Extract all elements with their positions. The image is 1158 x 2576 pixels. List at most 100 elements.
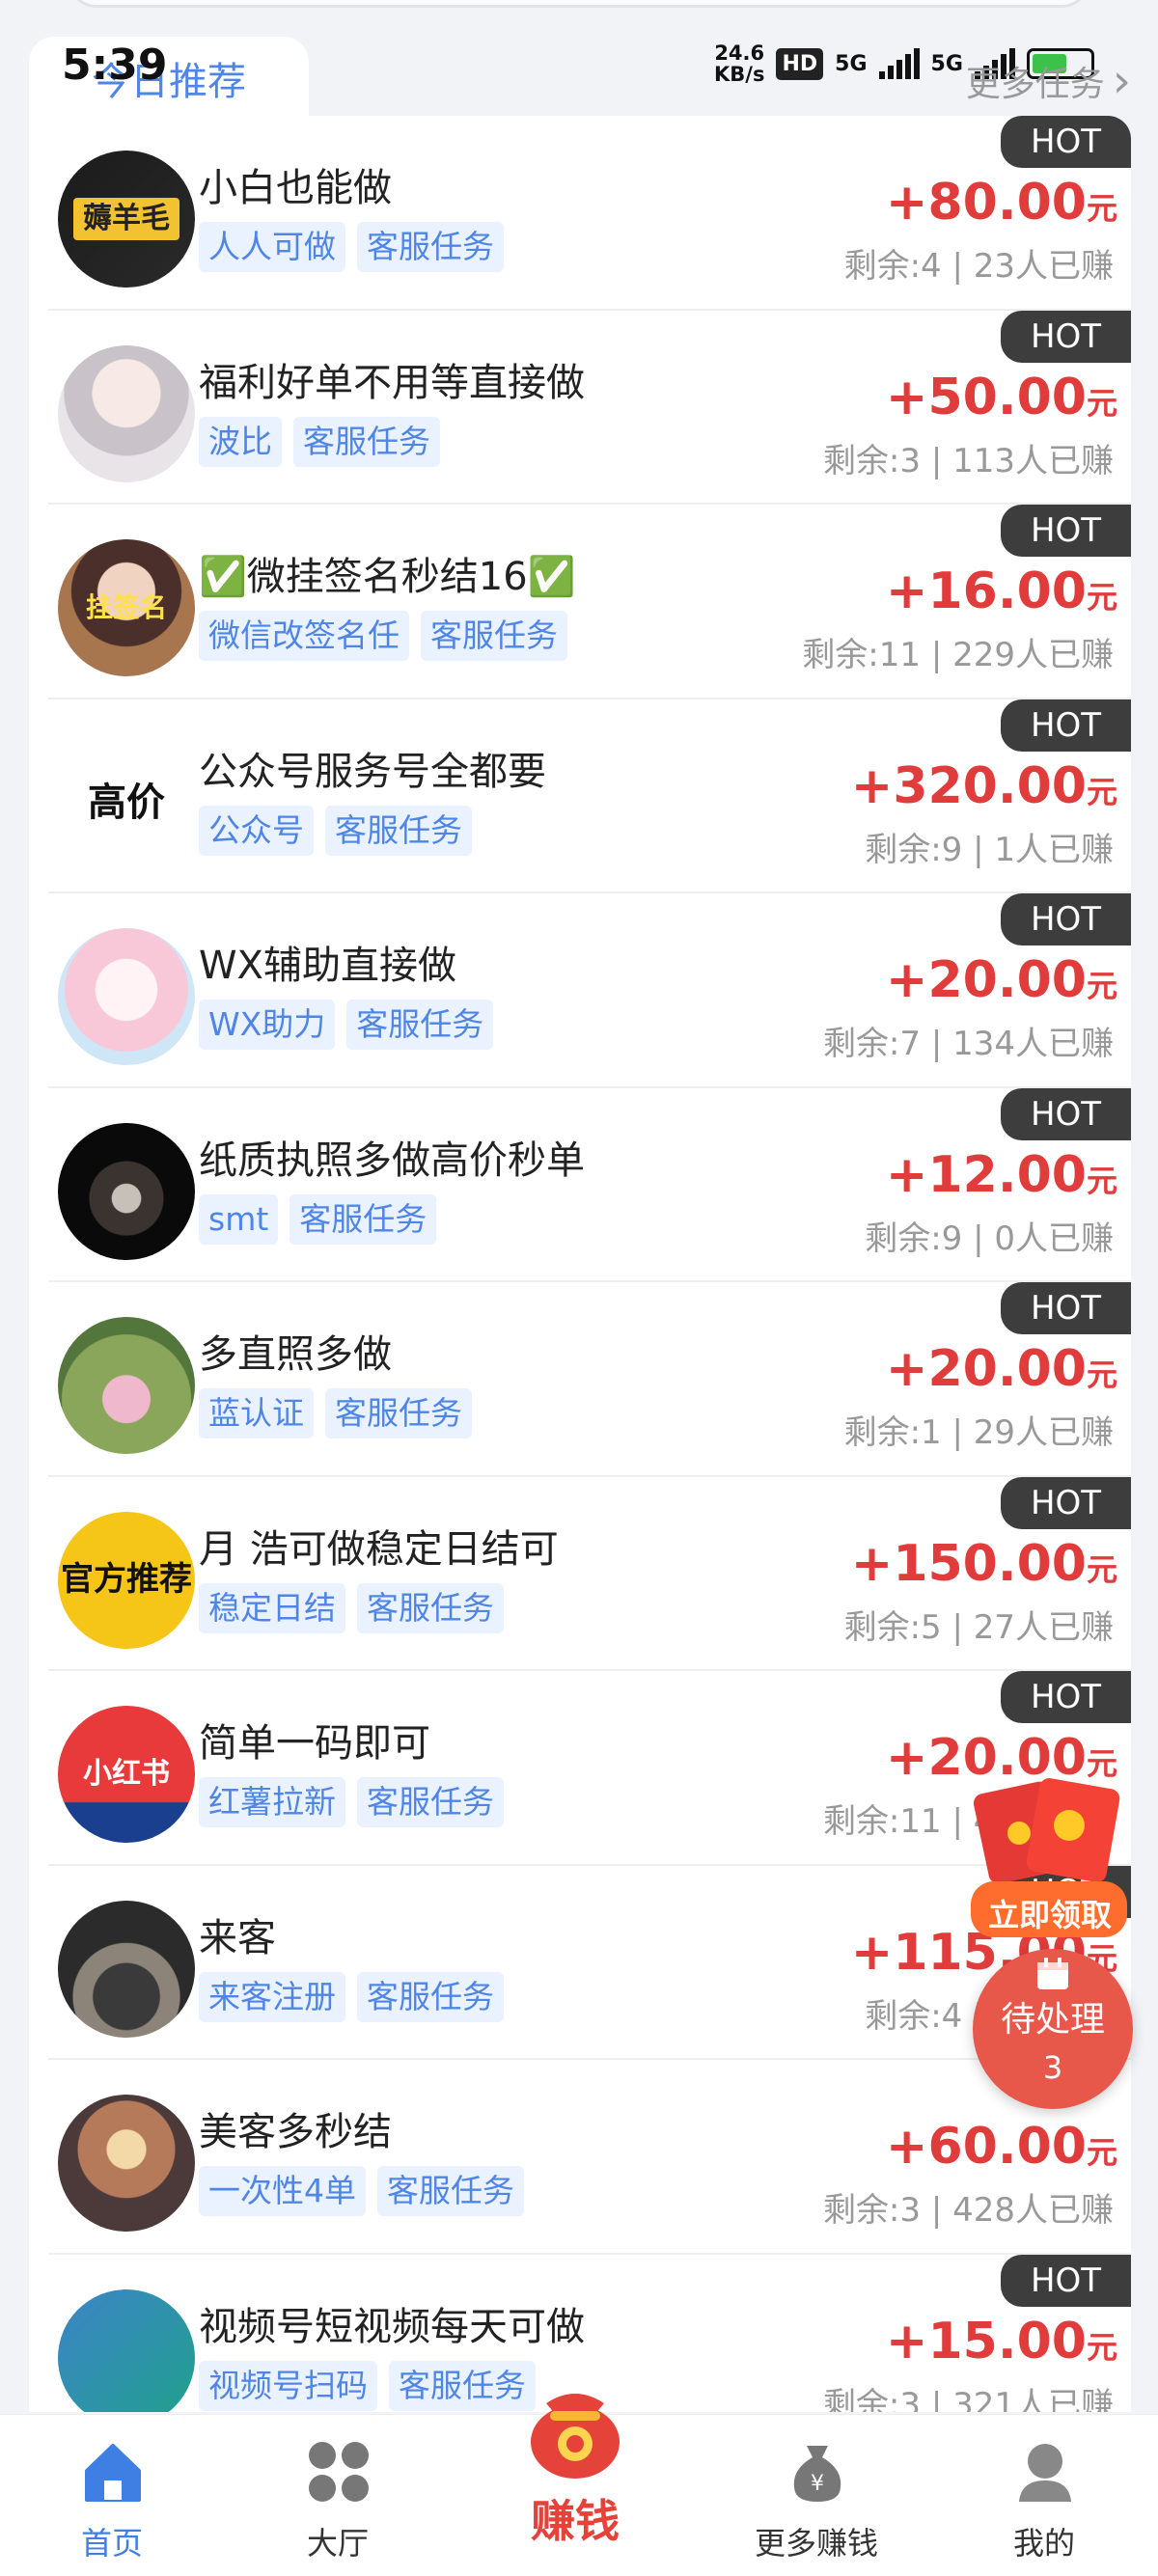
task-stats: 剩余:7 | 134人已赚 bbox=[822, 1025, 1114, 1063]
task-avatar bbox=[58, 344, 195, 482]
task-item[interactable]: 纸质执照多做高价秒单 smt 客服任务 HOT +12.00元 剩余:9 | 0人… bbox=[48, 1087, 1131, 1282]
avatar-text: 薅羊毛 bbox=[73, 198, 179, 240]
pending-count: 3 bbox=[1042, 2049, 1063, 2086]
hot-badge: HOT bbox=[1001, 2254, 1131, 2307]
task-tag: 客服任务 bbox=[389, 2360, 536, 2411]
task-reward: +50.00元 bbox=[886, 369, 1117, 426]
task-tags: 来客注册 客服任务 bbox=[199, 1971, 504, 2022]
hot-badge: HOT bbox=[1001, 1671, 1131, 1723]
task-avatar bbox=[58, 1122, 195, 1260]
hot-badge: HOT bbox=[1001, 1476, 1131, 1529]
task-tags: WX助力 客服任务 bbox=[199, 1000, 494, 1050]
task-avatar bbox=[58, 1900, 195, 2038]
task-item[interactable]: 多直照多做 蓝认证 客服任务 HOT +20.00元 剩余:1 | 29人已赚 bbox=[48, 1282, 1131, 1477]
task-item[interactable]: WX辅助直接做 WX助力 客服任务 HOT +20.00元 剩余:7 | 134人… bbox=[48, 893, 1131, 1088]
reward-amount: +15.00 bbox=[885, 2312, 1087, 2370]
network-type-label: 5G bbox=[835, 51, 868, 76]
task-tag: 客服任务 bbox=[346, 1000, 494, 1050]
hot-badge: HOT bbox=[1001, 699, 1131, 752]
task-reward: +150.00元 bbox=[851, 1535, 1117, 1593]
nav-profile[interactable]: 我的 bbox=[948, 2415, 1141, 2576]
task-title: 小白也能做 bbox=[199, 166, 392, 210]
task-item[interactable]: 挂签名 ✅微挂签名秒结16✅ 微信改签名任 客服任务 HOT +16.00元 剩余… bbox=[48, 505, 1131, 699]
task-item[interactable]: 官方推荐 月 浩可做稳定日结可 稳定日结 客服任务 HOT +150.00元 剩余… bbox=[48, 1476, 1131, 1671]
task-reward: +15.00元 bbox=[886, 2313, 1117, 2370]
task-title: 简单一码即可 bbox=[199, 1721, 430, 1766]
reward-unit: 元 bbox=[1086, 968, 1117, 1004]
task-tag: 客服任务 bbox=[357, 1971, 504, 2022]
task-title: 来客 bbox=[199, 1915, 276, 1960]
signal-icon bbox=[878, 48, 920, 79]
hot-badge: HOT bbox=[1001, 1087, 1131, 1140]
grid-icon bbox=[309, 2442, 369, 2502]
hot-badge: HOT bbox=[1001, 116, 1131, 168]
task-stats: 剩余:11 | 229人已赚 bbox=[802, 636, 1114, 674]
nav-hall[interactable]: 大厅 bbox=[241, 2415, 434, 2576]
task-tags: 一次性4单 客服任务 bbox=[199, 2166, 524, 2216]
task-item[interactable]: 福利好单不用等直接做 波比 客服任务 HOT +50.00元 剩余:3 | 113… bbox=[48, 310, 1131, 505]
task-stats: 剩余:1 | 29人已赚 bbox=[843, 1413, 1114, 1452]
more-tasks-link[interactable]: 更多任务 › bbox=[966, 54, 1131, 108]
reward-amount: +60.00 bbox=[885, 2118, 1087, 2176]
task-tag: smt bbox=[199, 1193, 279, 1245]
nav-home[interactable]: 首页 bbox=[15, 2415, 208, 2576]
task-item[interactable]: 美客多秒结 一次性4单 客服任务 +60.00元 剩余:3 | 428人已赚 bbox=[48, 2060, 1131, 2255]
task-title: 视频号短视频每天可做 bbox=[199, 2304, 585, 2349]
reward-unit: 元 bbox=[1086, 1162, 1117, 1199]
network-type-label-2: 5G bbox=[930, 51, 963, 76]
reward-unit: 元 bbox=[1086, 2134, 1117, 2171]
task-tags: 人人可做 客服任务 bbox=[199, 222, 504, 272]
status-bar: 今日推荐 5:39 24.6 KB/s HD 5G 5G 更多任务 › bbox=[0, 0, 1158, 118]
coin-bag-icon: ¥ bbox=[793, 2446, 841, 2502]
task-reward: +320.00元 bbox=[851, 757, 1117, 815]
reward-unit: 元 bbox=[1086, 1357, 1117, 1393]
reward-amount: +150.00 bbox=[850, 1534, 1087, 1593]
task-item[interactable]: 薅羊毛 小白也能做 人人可做 客服任务 HOT +80.00元 剩余:4 | 23… bbox=[48, 116, 1131, 311]
reward-amount: +20.00 bbox=[885, 1340, 1087, 1398]
task-tag: 蓝认证 bbox=[199, 1388, 314, 1439]
task-stats: 剩余:4 | 23人已赚 bbox=[843, 247, 1114, 286]
task-reward: +16.00元 bbox=[886, 562, 1117, 620]
task-tag: 公众号 bbox=[199, 805, 314, 856]
task-item[interactable]: 高价 公众号服务号全都要 公众号 客服任务 HOT +320.00元 剩余:9 |… bbox=[48, 699, 1131, 893]
red-packet-label: 立即领取 bbox=[987, 1897, 1112, 1933]
task-tags: 蓝认证 客服任务 bbox=[199, 1388, 472, 1439]
app-screen: 今日推荐 5:39 24.6 KB/s HD 5G 5G 更多任务 › 薅羊毛 … bbox=[0, 0, 1158, 2576]
pending-tasks-button[interactable]: 待处理 3 bbox=[973, 1949, 1133, 2109]
svg-text:¥: ¥ bbox=[811, 2472, 824, 2496]
task-reward: +20.00元 bbox=[886, 951, 1117, 1009]
task-avatar bbox=[58, 1317, 195, 1454]
task-tag: 人人可做 bbox=[199, 222, 345, 272]
task-tag: 客服任务 bbox=[290, 1193, 437, 1245]
search-bar-edge[interactable] bbox=[68, 0, 1090, 8]
avatar-text: 官方推荐 bbox=[61, 1559, 192, 1599]
reward-unit: 元 bbox=[1086, 384, 1117, 422]
task-stats: 剩余:3 | 428人已赚 bbox=[822, 2191, 1114, 2230]
task-tags: 稳定日结 客服任务 bbox=[199, 1582, 504, 1633]
red-packet-widget[interactable]: 立即领取 bbox=[963, 1777, 1135, 1943]
task-avatar: 薅羊毛 bbox=[58, 151, 195, 288]
task-stats: 剩余:3 | 113人已赚 bbox=[822, 441, 1114, 480]
reward-amount: +16.00 bbox=[885, 562, 1087, 620]
chevron-right-icon: › bbox=[1112, 54, 1131, 108]
task-avatar: 挂签名 bbox=[58, 539, 195, 676]
avatar-text: 挂签名 bbox=[85, 591, 167, 624]
task-tag: 客服任务 bbox=[357, 1582, 504, 1633]
reward-amount: +320.00 bbox=[850, 756, 1087, 815]
hot-badge: HOT bbox=[1001, 893, 1131, 945]
pending-label: 待处理 bbox=[1000, 2000, 1105, 2040]
task-avatar: 高价 bbox=[58, 733, 195, 871]
task-tag: 客服任务 bbox=[357, 1777, 504, 1827]
network-speed: 24.6 KB/s bbox=[714, 41, 765, 86]
task-tags: 视频号扫码 客服任务 bbox=[199, 2360, 536, 2411]
reward-unit: 元 bbox=[1086, 2328, 1117, 2366]
nav-more-earn[interactable]: ¥ 更多赚钱 bbox=[720, 2415, 913, 2576]
nav-earn[interactable]: 赚钱 bbox=[479, 2394, 672, 2576]
task-tag: 客服任务 bbox=[293, 416, 440, 467]
reward-unit: 元 bbox=[1086, 1550, 1117, 1588]
task-tag: 客服任务 bbox=[325, 1388, 472, 1439]
bottom-nav: 首页 大厅 赚钱 ¥ 更多赚钱 我的 bbox=[0, 2394, 1158, 2576]
home-icon bbox=[85, 2444, 141, 2502]
hot-badge: HOT bbox=[1001, 310, 1131, 363]
task-tags: 波比 客服任务 bbox=[199, 416, 440, 467]
